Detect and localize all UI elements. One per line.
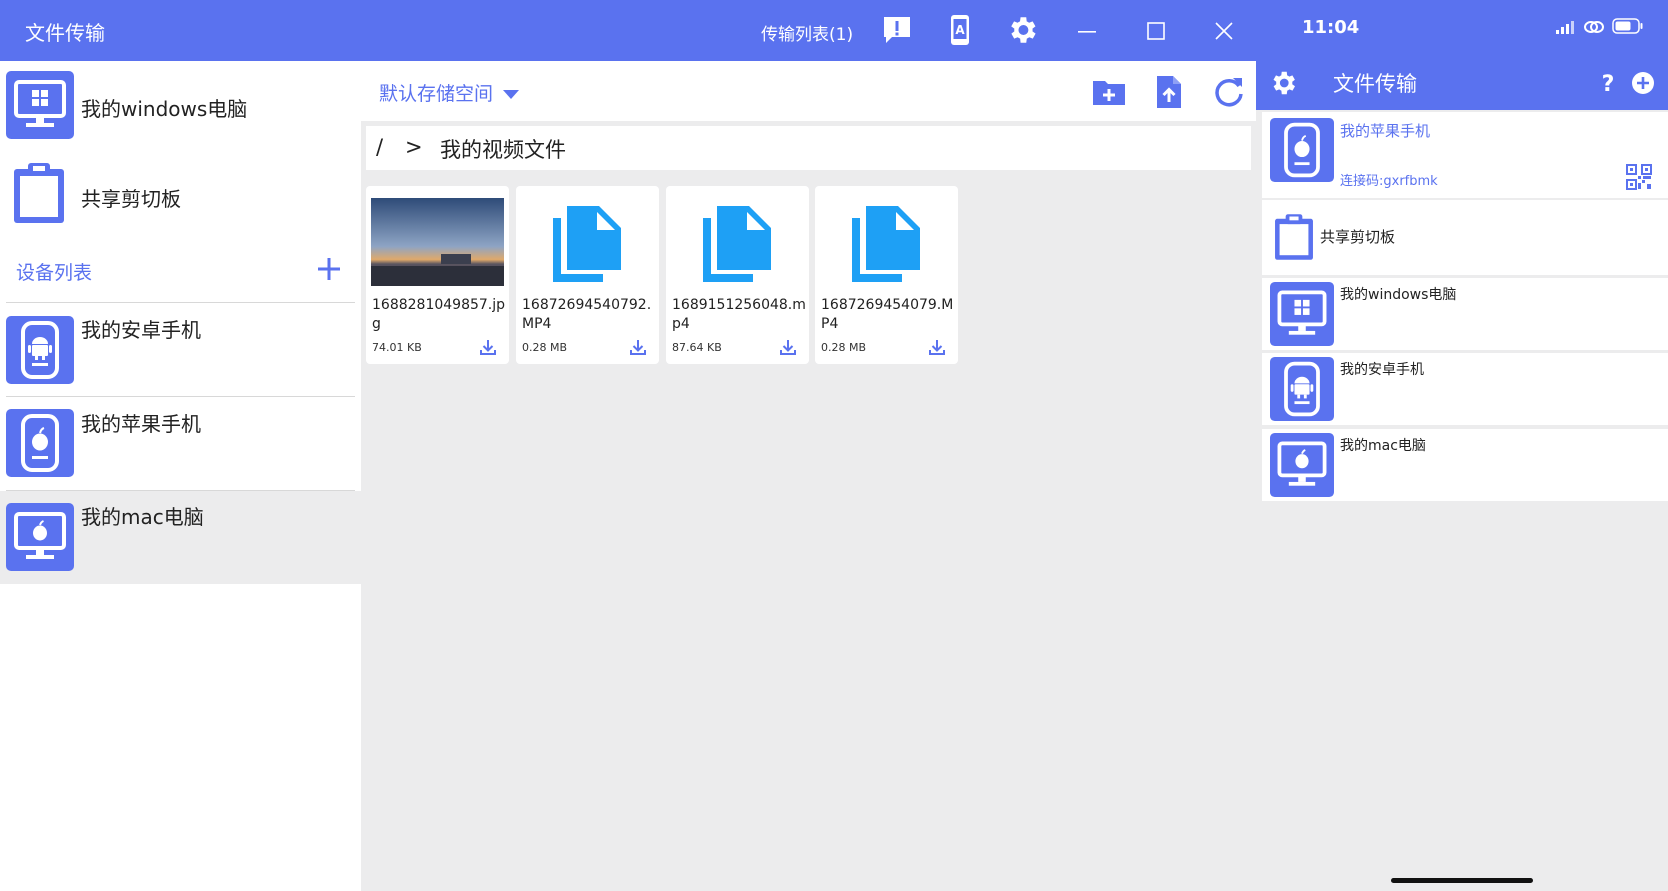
- breadcrumb-current: 我的视频文件: [440, 138, 566, 162]
- breadcrumb: / > 我的视频文件: [366, 126, 1251, 170]
- clipboard-icon: [14, 163, 64, 223]
- help-icon[interactable]: ?: [1593, 68, 1623, 98]
- download-icon[interactable]: [927, 337, 947, 357]
- close-button[interactable]: [1207, 14, 1241, 48]
- sidebar-item-windows-pc[interactable]: 我的windows电脑: [0, 61, 361, 146]
- apple-phone-icon: [6, 409, 74, 477]
- file-name: 1687269454079.MP4: [821, 297, 954, 332]
- feedback-icon[interactable]: [880, 13, 914, 47]
- card-label: 我的苹果手机: [1340, 122, 1431, 140]
- maximize-button[interactable]: [1139, 14, 1173, 48]
- signal-icon: [1556, 21, 1574, 34]
- android-device-icon: [1270, 357, 1334, 421]
- device-list-title: 设备列表: [16, 262, 93, 284]
- title-bar: 文件传输 传输列表(1) A: [0, 0, 1256, 61]
- storage-dropdown-label: 默认存储空间: [379, 83, 494, 105]
- android-device-icon: [6, 316, 74, 384]
- sidebar-item-android[interactable]: 我的安卓手机: [0, 304, 361, 395]
- status-time: 11:04: [1302, 17, 1360, 38]
- refresh-icon[interactable]: [1211, 74, 1247, 110]
- settings-icon[interactable]: [1005, 13, 1039, 47]
- windows-monitor-icon: [1270, 282, 1334, 346]
- sidebar-item-label: 我的mac电脑: [81, 505, 204, 529]
- card-label: 共享剪切板: [1320, 228, 1396, 246]
- file-size: 74.01 KB: [372, 341, 422, 354]
- chevron-down-icon: [503, 90, 520, 99]
- phone-card-windows[interactable]: 我的windows电脑: [1262, 278, 1668, 350]
- file-name: 1689151256048.mp4: [672, 297, 806, 332]
- sidebar-item-iphone[interactable]: 我的苹果手机: [0, 398, 361, 490]
- image-thumbnail: [371, 198, 504, 286]
- file-card[interactable]: 1689151256048.mp4 87.64 KB: [666, 186, 809, 364]
- file-name: 1688281049857.jpg: [372, 297, 506, 332]
- file-document-icon: [553, 206, 621, 282]
- home-indicator: [1391, 878, 1533, 883]
- connection-code: 连接码:gxrfbmk: [1340, 174, 1438, 189]
- file-document-icon: [852, 206, 920, 282]
- file-card[interactable]: 1688281049857.jpg 74.01 KB: [366, 186, 509, 364]
- svg-text:A: A: [955, 23, 965, 37]
- sidebar: 我的windows电脑 共享剪切板 设备列表 我的安卓手机 我的苹果手机 我的m…: [0, 61, 361, 891]
- divider: [6, 302, 355, 303]
- card-label: 我的安卓手机: [1340, 362, 1424, 378]
- new-folder-icon[interactable]: [1091, 74, 1127, 110]
- breadcrumb-root[interactable]: /: [376, 135, 383, 159]
- file-size: 0.28 MB: [821, 341, 867, 354]
- storage-toolbar: 默认存储空间: [361, 61, 1256, 121]
- file-name: 16872694540792.MP4: [522, 297, 652, 332]
- storage-dropdown[interactable]: 默认存储空间: [379, 79, 520, 106]
- upload-file-icon[interactable]: [1151, 74, 1187, 110]
- apple-phone-icon: [1270, 118, 1334, 182]
- status-bar: 11:04: [1256, 0, 1668, 58]
- card-label: 我的mac电脑: [1340, 438, 1426, 454]
- sidebar-item-mac[interactable]: 我的mac电脑: [0, 491, 361, 584]
- file-document-icon: [703, 206, 771, 282]
- phone-screen: 11:04 文件传输 ? 我的苹果手机 连接码:gxrfbmk 共享剪切板 我的…: [1256, 0, 1668, 891]
- desktop-window: 文件传输 传输列表(1) A 我的windows电脑 共享剪切板 设备列表 我的…: [0, 0, 1256, 891]
- breadcrumb-separator: >: [405, 135, 423, 159]
- phone-card-mac[interactable]: 我的mac电脑: [1262, 429, 1668, 501]
- download-icon[interactable]: [778, 337, 798, 357]
- qr-code-icon[interactable]: [1626, 164, 1652, 190]
- add-circle-icon[interactable]: [1628, 68, 1658, 98]
- windows-monitor-icon: [6, 71, 74, 139]
- file-card[interactable]: 16872694540792.MP4 0.28 MB: [516, 186, 659, 364]
- phone-card-iphone[interactable]: 我的苹果手机 连接码:gxrfbmk: [1262, 112, 1668, 198]
- minimize-button[interactable]: [1070, 14, 1104, 48]
- download-icon[interactable]: [478, 337, 498, 357]
- clipboard-icon: [1275, 214, 1313, 260]
- app-title: 文件传输: [25, 21, 105, 45]
- sidebar-item-label: 我的安卓手机: [81, 318, 201, 342]
- file-size: 87.64 KB: [672, 341, 722, 354]
- sidebar-item-label: 共享剪切板: [81, 187, 181, 211]
- phone-card-android[interactable]: 我的安卓手机: [1262, 353, 1668, 425]
- phone-title: 文件传输: [1333, 72, 1417, 96]
- mac-monitor-icon: [6, 503, 74, 571]
- file-card[interactable]: 1687269454079.MP4 0.28 MB: [815, 186, 958, 364]
- svg-text:?: ?: [1602, 72, 1615, 97]
- settings-icon[interactable]: [1268, 68, 1298, 98]
- transfer-list-button[interactable]: 传输列表(1): [761, 20, 853, 45]
- download-icon[interactable]: [628, 337, 648, 357]
- add-device-icon[interactable]: [315, 255, 343, 283]
- sidebar-item-label: 我的苹果手机: [81, 412, 201, 436]
- link-icon: [1584, 21, 1604, 33]
- phone-header: 文件传输 ?: [1256, 58, 1668, 110]
- file-browser: 默认存储空间 / > 我的视频文件 1688281049857.jpg 74.0…: [361, 61, 1256, 891]
- divider: [6, 396, 355, 397]
- phone-mode-icon[interactable]: A: [943, 13, 977, 47]
- card-label: 我的windows电脑: [1340, 287, 1457, 303]
- battery-icon: [1612, 18, 1643, 34]
- sidebar-item-clipboard[interactable]: 共享剪切板: [0, 149, 361, 235]
- sidebar-item-label: 我的windows电脑: [81, 97, 248, 121]
- phone-card-clipboard[interactable]: 共享剪切板: [1262, 200, 1668, 275]
- file-size: 0.28 MB: [522, 341, 568, 354]
- mac-monitor-icon: [1270, 433, 1334, 497]
